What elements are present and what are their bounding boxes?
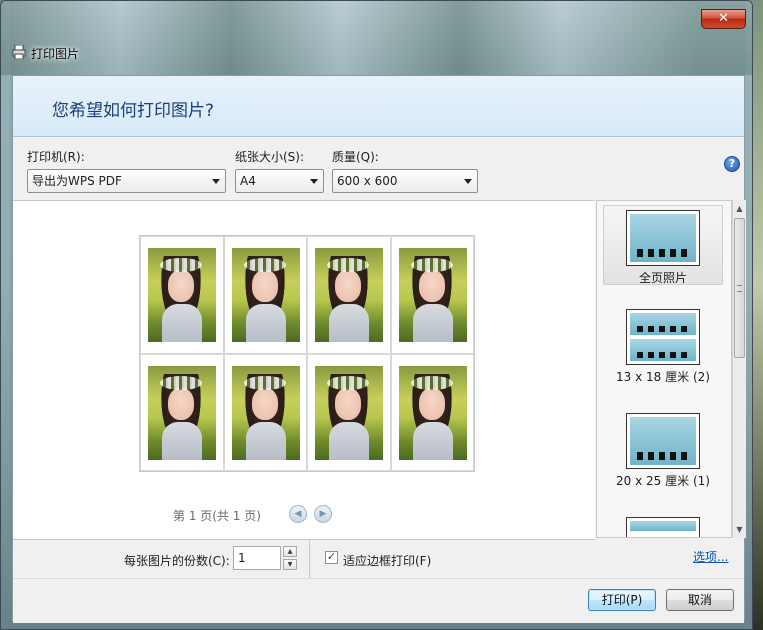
print-preview-pane: 第 1 页(共 1 页) ◀ ▶ [13,200,595,540]
layout-caption: 20 x 25 厘米 (1) [616,474,710,488]
scroll-up-icon[interactable]: ▲ [733,201,746,216]
dialog-question: 您希望如何打印图片? [52,101,215,121]
dialog-footer: 打印(P) 取消 [13,578,744,623]
layout-list: 全页照片 13 x 18 厘米 (2) 20 x 25 厘米 (1) [596,200,732,538]
preview-photo [148,248,216,342]
preview-photo-cell [390,353,474,471]
layout-caption: 全页照片 [638,271,687,285]
printer-label: 打印机(R): [27,150,85,164]
paper-size-label: 纸张大小(S): [235,150,305,164]
previous-page-button[interactable]: ◀ [289,505,307,523]
layout-item-20x25[interactable]: 20 x 25 厘米 (1) [603,409,723,489]
layout-item-13x18[interactable]: 13 x 18 厘米 (2) [603,305,723,385]
layout-thumbnail-20x25 [626,413,700,469]
preview-photo-cell [140,236,224,354]
quality-select[interactable]: 600 x 600 [332,169,478,193]
preview-photo [315,365,383,460]
layout-scrollbar[interactable]: ▲ ▼ [732,200,746,538]
preview-photo-cell [307,353,391,471]
copies-input[interactable]: 1 [233,546,281,570]
preview-photo [398,365,467,460]
preview-photo-cell [307,236,391,354]
title-bar[interactable]: 打印图片 ✕ [1,1,752,75]
layout-caption: 13 x 18 厘米 (2) [616,370,710,384]
options-link[interactable]: 选项... [693,548,728,565]
spin-up-icon[interactable]: ▲ [283,546,297,557]
layout-thumbnail-full-page [626,210,700,266]
chevron-down-icon [212,179,220,184]
dialog-content: 您希望如何打印图片? 打印机(R): 导出为WPS PDF 纸张大小(S): A… [12,75,746,623]
paper-size-select[interactable]: A4 [235,169,324,193]
printer-select[interactable]: 导出为WPS PDF [27,169,226,193]
scroll-down-icon[interactable]: ▼ [733,522,746,537]
scrollbar-thumb[interactable] [734,218,745,358]
print-pictures-window: 打印图片 ✕ 您希望如何打印图片? 打印机(R): 导出为WPS PDF 纸张大… [0,0,753,630]
next-page-button[interactable]: ▶ [314,505,332,523]
quality-label: 质量(Q): [332,150,379,164]
page-indicator: 第 1 页(共 1 页) [173,509,261,523]
preview-photo [231,365,300,460]
print-button[interactable]: 打印(P) [588,589,656,611]
layout-thumbnail-13x18 [626,309,700,365]
preview-photo-cell [223,353,307,471]
divider [309,540,310,578]
preview-photo [148,365,216,460]
fit-to-frame-checkbox[interactable]: ✓ [325,551,338,564]
preview-photo [315,248,383,342]
copies-spinner[interactable]: ▲ ▼ [283,546,297,570]
quality-select-value: 600 x 600 [337,174,398,188]
layout-thumbnail-partial [626,517,700,537]
preview-photo [398,248,467,342]
window-title: 打印图片 [31,47,80,61]
preview-photo [231,248,300,342]
fit-to-frame-label[interactable]: 适应边框打印(F) [343,552,431,569]
dialog-header: 您希望如何打印图片? [13,76,744,137]
chevron-down-icon [310,179,318,184]
preview-photo-cell [390,236,474,354]
preview-sheet [139,235,475,472]
paper-size-select-value: A4 [240,174,256,188]
cancel-button[interactable]: 取消 [666,589,734,611]
close-button[interactable]: ✕ [701,9,746,29]
preview-photo-cell [223,236,307,354]
layout-item-partial[interactable] [603,513,723,537]
chevron-down-icon [464,179,472,184]
printer-select-value: 导出为WPS PDF [32,174,122,188]
preview-photo-cell [140,353,224,471]
help-icon[interactable]: ? [724,156,740,172]
printer-icon [12,45,26,59]
copies-label: 每张图片的份数(C): [124,554,230,568]
spin-down-icon[interactable]: ▼ [283,559,297,570]
layout-item-full-page[interactable]: 全页照片 [603,205,723,285]
